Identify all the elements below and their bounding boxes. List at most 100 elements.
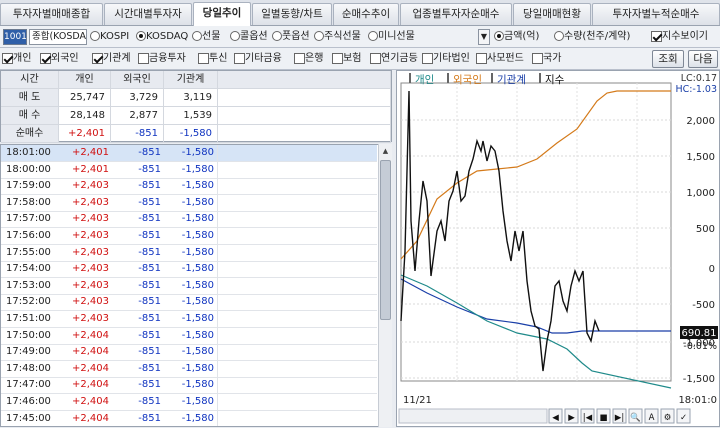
table-row[interactable]: 17:51:00 +2,403 -851 -1,580 xyxy=(1,311,377,328)
scroll-thumb[interactable] xyxy=(380,160,391,320)
checkbox-icon[interactable] xyxy=(476,52,487,64)
checkbox-icon[interactable] xyxy=(234,52,245,64)
market-radio-6[interactable]: 미니선물 xyxy=(368,26,415,48)
row-divider xyxy=(217,410,218,426)
market-radio-1[interactable]: KOSDAQ xyxy=(136,26,188,48)
radio-icon[interactable] xyxy=(368,31,378,41)
table-row[interactable]: 17:55:00 +2,403 -851 -1,580 xyxy=(1,244,377,262)
unit-radio-1[interactable]: 수량(천주/계약) xyxy=(554,26,630,48)
radio-icon[interactable] xyxy=(272,31,282,41)
market-radio-0[interactable]: KOSPI xyxy=(90,26,129,48)
market-radio-2[interactable]: 선물 xyxy=(192,26,220,48)
summary-header-0: 시간 xyxy=(1,71,59,89)
market-radio-3[interactable]: 콜옵션 xyxy=(230,26,268,48)
radio-icon[interactable] xyxy=(554,31,564,41)
checkbox-icon[interactable] xyxy=(370,52,381,64)
market-radio-label: 주식선물 xyxy=(324,31,361,42)
table-row[interactable]: 18:01:00 +2,401 -851 -1,580 xyxy=(1,145,377,162)
index-toggle[interactable]: 지수보이기 xyxy=(651,26,708,48)
checkbox-icon[interactable] xyxy=(198,52,209,64)
next-button[interactable]: 다음 xyxy=(688,50,718,68)
market-code-box[interactable]: 1001 xyxy=(3,29,27,45)
stop-icon-glyph: ■ xyxy=(599,413,607,423)
market-radio-5[interactable]: 주식선물 xyxy=(314,26,361,48)
investor-check-5[interactable]: 기타금융 xyxy=(234,48,282,70)
tab-1[interactable]: 시간대별투자자 xyxy=(104,3,192,25)
y-tick-label: -1,500 xyxy=(683,374,715,385)
radio-icon[interactable] xyxy=(136,31,146,41)
row-indiv: +2,403 xyxy=(71,180,109,192)
checkbox-icon[interactable] xyxy=(294,52,305,64)
investor-check-label: 외국인 xyxy=(51,53,79,64)
table-row[interactable]: 17:48:00 +2,404 -851 -1,580 xyxy=(1,360,377,378)
investor-check-1[interactable]: 외국인 xyxy=(40,48,79,70)
checkbox-icon[interactable] xyxy=(332,52,343,64)
investor-check-8[interactable]: 연기금등 xyxy=(370,48,418,70)
radio-icon[interactable] xyxy=(494,31,504,41)
table-row[interactable]: 17:54:00 +2,403 -851 -1,580 xyxy=(1,261,377,279)
timeline-scrollbar[interactable]: ▲ xyxy=(378,144,392,427)
checkbox-icon[interactable] xyxy=(532,52,543,64)
legend-label: 개인 xyxy=(415,74,434,86)
row-inst: -1,580 xyxy=(181,412,214,424)
radio-icon[interactable] xyxy=(230,31,240,41)
chart-hscroll[interactable] xyxy=(398,408,548,424)
investor-check-2[interactable]: 기관계 xyxy=(92,48,131,70)
scroll-up-icon[interactable]: ▲ xyxy=(380,145,391,157)
index-checkbox[interactable] xyxy=(651,30,662,42)
table-row[interactable]: 17:56:00 +2,403 -851 -1,580 xyxy=(1,228,377,245)
table-row[interactable]: 17:50:00 +2,404 -851 -1,580 xyxy=(1,327,377,345)
zoom-icon-glyph: 🔍 xyxy=(630,411,641,423)
tab-0[interactable]: 투자자별매매종합 xyxy=(0,3,103,25)
table-row[interactable]: 17:57:00 +2,403 -851 -1,580 xyxy=(1,211,377,229)
table-row[interactable]: 17:46:00 +2,404 -851 -1,580 xyxy=(1,394,377,411)
investor-check-6[interactable]: 은행 xyxy=(294,48,323,70)
checkbox-icon[interactable] xyxy=(40,52,51,64)
radio-icon[interactable] xyxy=(314,31,324,41)
investor-check-7[interactable]: 보험 xyxy=(332,48,361,70)
investor-check-4[interactable]: 투신 xyxy=(198,48,227,70)
investor-check-0[interactable]: 개인 xyxy=(2,48,31,70)
row-indiv: +2,403 xyxy=(71,246,109,258)
tab-2[interactable]: 당일추이 xyxy=(193,2,251,26)
investor-check-label: 은행 xyxy=(305,53,324,64)
tab-3[interactable]: 일별동향/차트 xyxy=(252,3,332,25)
tab-7[interactable]: 투자자별누적순매수 xyxy=(592,3,720,25)
query-button[interactable]: 조회 xyxy=(652,50,684,68)
investor-check-11[interactable]: 국가 xyxy=(532,48,561,70)
table-row[interactable]: 17:47:00 +2,404 -851 -1,580 xyxy=(1,377,377,395)
unit-radio-0[interactable]: 금액(억) xyxy=(494,26,539,48)
checkbox-icon[interactable] xyxy=(138,52,149,64)
table-row[interactable]: 17:49:00 +2,404 -851 -1,580 xyxy=(1,344,377,362)
table-row[interactable]: 17:58:00 +2,403 -851 -1,580 xyxy=(1,194,377,212)
table-row[interactable]: 17:45:00 +2,404 -851 -1,580 xyxy=(1,410,377,426)
row-foreign: -851 xyxy=(138,379,161,391)
investor-check-9[interactable]: 기타법인 xyxy=(422,48,470,70)
market-name-field[interactable]: 종합(KOSDAQ) xyxy=(29,29,87,45)
row-inst: -1,580 xyxy=(181,263,214,275)
row-time: 17:59:00 xyxy=(6,180,51,192)
checkbox-icon[interactable] xyxy=(92,52,103,64)
investor-check-10[interactable]: 사모펀드 xyxy=(476,48,524,70)
radio-icon[interactable] xyxy=(90,31,100,41)
row-divider xyxy=(217,344,218,361)
table-row[interactable]: 17:52:00 +2,403 -851 -1,580 xyxy=(1,294,377,312)
table-row[interactable]: 17:59:00 +2,403 -851 -1,580 xyxy=(1,178,377,196)
table-row[interactable]: 17:53:00 +2,403 -851 -1,580 xyxy=(1,277,377,295)
tab-6[interactable]: 당일매매현황 xyxy=(513,3,591,25)
dropdown-arrow-icon[interactable]: ▼ xyxy=(478,29,490,45)
summary-header-1: 개인 xyxy=(59,71,111,89)
investor-check-3[interactable]: 금융투자 xyxy=(138,48,186,70)
radio-icon[interactable] xyxy=(192,31,202,41)
tab-5[interactable]: 업종별투자자순매수 xyxy=(400,3,512,25)
checkbox-icon[interactable] xyxy=(2,52,13,64)
row-time: 18:01:00 xyxy=(6,147,51,158)
tab-4[interactable]: 순매수추이 xyxy=(333,3,399,25)
market-radio-4[interactable]: 풋옵션 xyxy=(272,26,310,48)
row-foreign: -851 xyxy=(138,230,161,241)
hc-label: HC:-1.03 xyxy=(675,84,717,95)
table-row[interactable]: 18:00:00 +2,401 -851 -1,580 xyxy=(1,161,377,179)
summary-cell: 2,877 xyxy=(111,107,164,125)
checkbox-icon[interactable] xyxy=(422,52,433,64)
legend-label: 기관계 xyxy=(497,74,526,86)
